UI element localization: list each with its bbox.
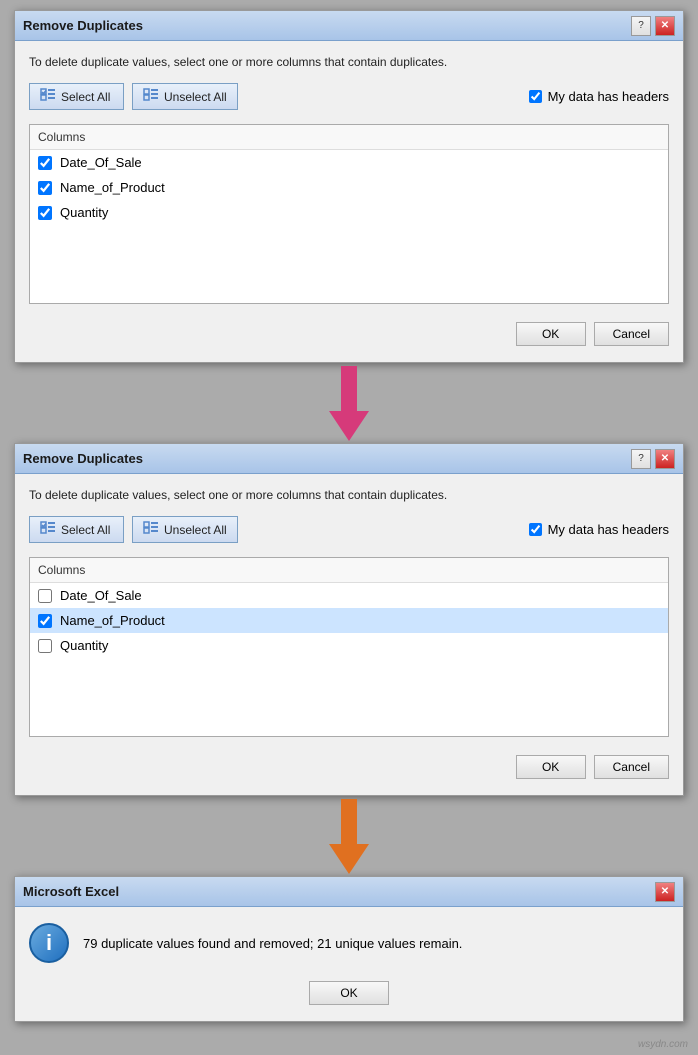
table-row: Quantity	[30, 633, 668, 658]
dialog1-ok-cancel-row: OK Cancel	[29, 318, 669, 350]
table-row: Date_Of_Sale	[30, 150, 668, 175]
dialog1-col3-checkbox[interactable]	[38, 206, 52, 220]
dialog2-col2-label: Name_of_Product	[60, 613, 165, 628]
dialog2-col2-checkbox[interactable]	[38, 614, 52, 628]
excel-dialog-message: 79 duplicate values found and removed; 2…	[83, 936, 462, 951]
dialog1-ok-button[interactable]: OK	[516, 322, 586, 346]
dialog2-body: To delete duplicate values, select one o…	[15, 474, 683, 795]
dialog2-col3-checkbox[interactable]	[38, 639, 52, 653]
excel-message-dialog: Microsoft Excel ✕ i 79 duplicate values …	[14, 876, 684, 1022]
dialog1-col1-checkbox[interactable]	[38, 156, 52, 170]
dialog2-button-row: Select All Unselect All	[29, 516, 238, 543]
dialog1-button-row: Select All Unselect All	[29, 83, 238, 110]
dialog2-col1-checkbox[interactable]	[38, 589, 52, 603]
pink-arrow	[319, 366, 379, 441]
dialog2-title: Remove Duplicates	[23, 451, 143, 466]
dialog1-titlebar-buttons: ? ✕	[631, 16, 675, 36]
dialog1-title: Remove Duplicates	[23, 18, 143, 33]
dialog1-description: To delete duplicate values, select one o…	[29, 53, 669, 71]
dialog1-headers-checkbox[interactable]	[529, 90, 542, 103]
dialog1-titlebar: Remove Duplicates ? ✕	[15, 11, 683, 41]
dialog2-columns-header: Columns	[30, 558, 668, 583]
dialog1-cancel-button[interactable]: Cancel	[594, 322, 669, 346]
excel-dialog-title: Microsoft Excel	[23, 884, 119, 899]
dialog1-headers-label: My data has headers	[548, 89, 669, 104]
dialog2-help-button[interactable]: ?	[631, 449, 651, 469]
dialog1-unselect-all-button[interactable]: Unselect All	[132, 83, 238, 110]
dialog2-titlebar: Remove Duplicates ? ✕	[15, 444, 683, 474]
watermark: wsydn.com	[638, 1039, 688, 1050]
dialog2-header-row: Select All Unselect All	[29, 516, 669, 543]
table-row: Date_Of_Sale	[30, 583, 668, 608]
dialog1-select-all-button[interactable]: Select All	[29, 83, 124, 110]
unselect-all-icon-2	[143, 521, 159, 538]
dialog2-close-button[interactable]: ✕	[655, 449, 675, 469]
dialog1-col3-label: Quantity	[60, 205, 108, 220]
excel-dialog-body: i 79 duplicate values found and removed;…	[15, 907, 683, 1021]
excel-dialog-close-button[interactable]: ✕	[655, 882, 675, 902]
remove-duplicates-dialog-1: Remove Duplicates ? ✕ To delete duplicat…	[14, 10, 684, 363]
excel-dialog-titlebar-buttons: ✕	[655, 882, 675, 902]
table-row: Name_of_Product	[30, 175, 668, 200]
dialog1-unselect-all-label: Unselect All	[164, 90, 227, 104]
orange-arrow	[319, 799, 379, 874]
dialog1-columns-box: Columns Date_Of_Sale Name_of_Product Qua…	[29, 124, 669, 304]
dialog1-select-all-label: Select All	[61, 90, 110, 104]
dialog2-unselect-all-button[interactable]: Unselect All	[132, 516, 238, 543]
arrow1-container	[319, 363, 379, 443]
arrow2-container	[319, 796, 379, 876]
dialog2-ok-button[interactable]: OK	[516, 755, 586, 779]
dialog2-col3-label: Quantity	[60, 638, 108, 653]
dialog1-col2-checkbox[interactable]	[38, 181, 52, 195]
dialog2-cancel-button[interactable]: Cancel	[594, 755, 669, 779]
dialog1-col1-label: Date_Of_Sale	[60, 155, 142, 170]
unselect-all-icon	[143, 88, 159, 105]
dialog1-col2-label: Name_of_Product	[60, 180, 165, 195]
dialog1-body: To delete duplicate values, select one o…	[15, 41, 683, 362]
dialog1-help-button[interactable]: ?	[631, 16, 651, 36]
info-icon: i	[29, 923, 69, 963]
select-all-icon-2	[40, 521, 56, 538]
dialog2-headers-row: My data has headers	[529, 522, 669, 537]
excel-dialog-ok-button[interactable]: OK	[309, 981, 389, 1005]
excel-dialog-titlebar: Microsoft Excel ✕	[15, 877, 683, 907]
dialog2-headers-label: My data has headers	[548, 522, 669, 537]
select-all-icon	[40, 88, 56, 105]
dialog2-unselect-all-label: Unselect All	[164, 523, 227, 537]
excel-message-row: i 79 duplicate values found and removed;…	[29, 923, 669, 963]
dialog1-header-row: Select All Unselect All	[29, 83, 669, 110]
table-row: Quantity	[30, 200, 668, 225]
dialog2-headers-checkbox[interactable]	[529, 523, 542, 536]
dialog2-select-all-label: Select All	[61, 523, 110, 537]
table-row: Name_of_Product	[30, 608, 668, 633]
dialog2-columns-box: Columns Date_Of_Sale Name_of_Product Qua…	[29, 557, 669, 737]
dialog1-close-button[interactable]: ✕	[655, 16, 675, 36]
dialog2-ok-cancel-row: OK Cancel	[29, 751, 669, 783]
dialog2-select-all-button[interactable]: Select All	[29, 516, 124, 543]
dialog2-col1-label: Date_Of_Sale	[60, 588, 142, 603]
remove-duplicates-dialog-2: Remove Duplicates ? ✕ To delete duplicat…	[14, 443, 684, 796]
dialog1-columns-header: Columns	[30, 125, 668, 150]
dialog2-titlebar-buttons: ? ✕	[631, 449, 675, 469]
dialog2-description: To delete duplicate values, select one o…	[29, 486, 669, 504]
dialog1-headers-row: My data has headers	[529, 89, 669, 104]
